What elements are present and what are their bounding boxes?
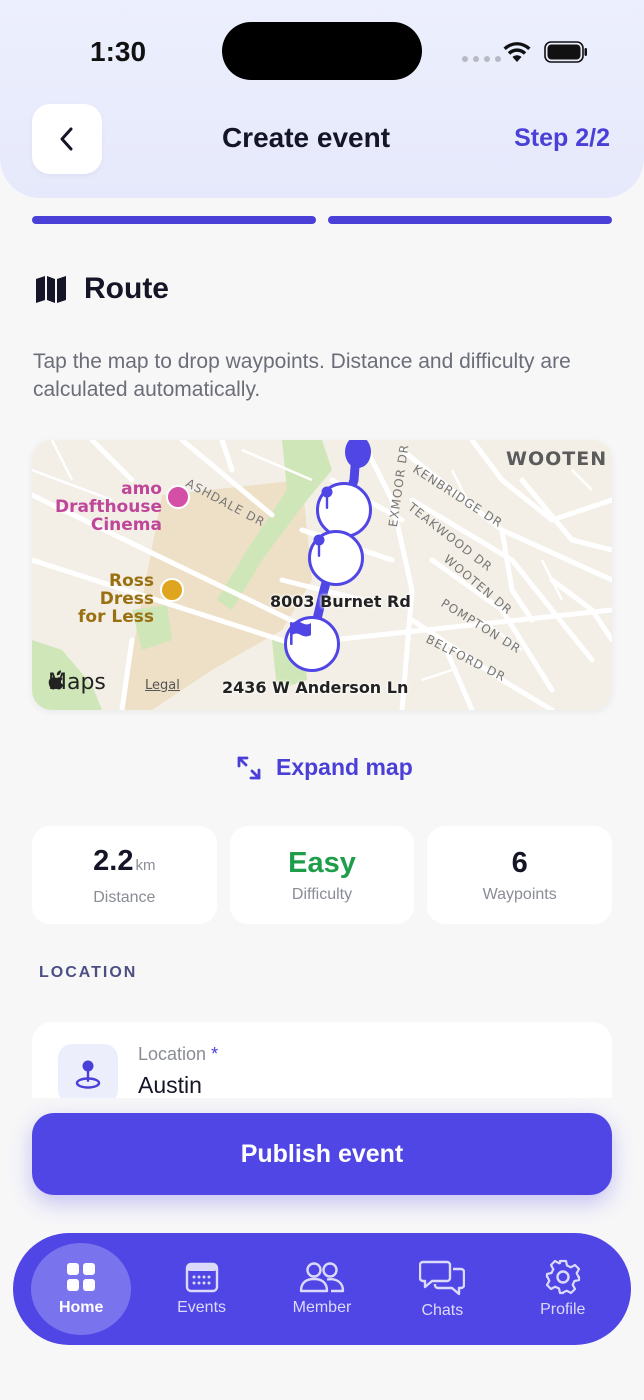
nav-label-home: Home — [58, 1299, 104, 1316]
cinema-label-line-2: Cinema — [90, 515, 162, 535]
waypoint-marker[interactable] — [316, 482, 372, 538]
expand-map-button[interactable]: Expand map — [236, 754, 413, 781]
waypoint-marker[interactable] — [308, 530, 364, 586]
progress-segment-1 — [32, 216, 316, 224]
stat-distance-unit: km — [135, 856, 156, 874]
battery-icon — [544, 41, 587, 63]
nav-label-profile: Profile — [540, 1301, 586, 1318]
map-address-anderson: 2436 W Anderson Ln — [222, 678, 409, 697]
location-label-text: Location — [138, 1044, 207, 1064]
location-pin-icon — [75, 1060, 101, 1089]
location-field-label: Location * — [138, 1044, 218, 1065]
step-indicator: Step 2/2 — [514, 124, 610, 152]
map-label-cinema: amo Drafthouse Cinema — [32, 480, 162, 534]
map-address-burnet: 8003 Burnet Rd — [270, 592, 411, 611]
cinema-label-line-1: amo Drafthouse — [54, 479, 162, 517]
apple-icon — [48, 670, 64, 690]
location-section-label: LOCATION — [39, 964, 138, 981]
route-stats: 2.2 km Distance Easy Difficulty 6 Waypoin… — [32, 826, 613, 924]
location-icon-box — [58, 1044, 118, 1098]
calendar-icon — [185, 1262, 218, 1293]
stat-waypoints-label: Waypoints — [482, 886, 557, 903]
users-icon — [299, 1262, 345, 1293]
route-map[interactable]: WOOTEN amo Drafthouse Cinema Ross Dress … — [32, 440, 612, 710]
pin-icon — [321, 486, 333, 509]
nav-label-member: Member — [292, 1299, 352, 1316]
map-label-wooten: WOOTEN — [506, 448, 608, 470]
stat-distance-value-row: 2.2 km — [93, 844, 155, 883]
publish-event-button[interactable]: Publish event — [32, 1113, 612, 1195]
header: 1:30 Create event Step 2/2 — [0, 0, 644, 198]
finish-marker[interactable] — [284, 616, 340, 672]
wifi-icon — [503, 42, 531, 62]
dynamic-island — [222, 22, 422, 80]
stat-difficulty-value: Easy — [288, 847, 356, 879]
stat-difficulty: Easy Difficulty — [229, 826, 415, 924]
route-title: Route — [84, 272, 169, 305]
bottom-nav: Home Events Member Chats Profile — [13, 1233, 631, 1345]
shopping-icon — [160, 578, 184, 602]
location-field[interactable]: Location * Austin — [32, 1022, 612, 1098]
route-heading: Route — [34, 272, 169, 306]
gear-icon — [545, 1259, 580, 1295]
required-mark: * — [211, 1044, 219, 1064]
apple-maps-logo: Maps — [48, 670, 106, 695]
pin-icon — [313, 534, 325, 557]
ross-label-line-2: for Less — [78, 607, 154, 627]
ross-label-line-1: Ross Dress — [99, 571, 154, 609]
map-label-ross: Ross Dress for Less — [54, 572, 154, 626]
map-icon — [36, 276, 66, 303]
stat-distance-value: 2.2 — [93, 844, 134, 877]
nav-item-home[interactable]: Home — [31, 1243, 132, 1335]
legal-link[interactable]: Legal — [145, 678, 180, 693]
stat-difficulty-label: Difficulty — [291, 886, 353, 903]
expand-map-label: Expand map — [276, 754, 413, 780]
step-progress-bar — [32, 216, 612, 224]
grid-icon — [67, 1263, 96, 1291]
chat-icon — [419, 1260, 466, 1296]
nav-label-events: Events — [177, 1299, 227, 1316]
status-time: 1:30 — [90, 36, 147, 67]
flag-icon — [290, 621, 311, 645]
nav-item-chats[interactable]: Chats — [392, 1243, 492, 1335]
cellular-signal-icon — [462, 56, 501, 62]
stat-distance-label: Distance — [93, 888, 156, 906]
nav-item-member[interactable]: Member — [272, 1243, 372, 1335]
route-description: Tap the map to drop waypoints. Distance … — [33, 350, 571, 401]
expand-icon — [237, 756, 261, 779]
stat-waypoints: 6 Waypoints — [427, 826, 613, 924]
stat-waypoints-value: 6 — [511, 847, 528, 879]
nav-item-profile[interactable]: Profile — [513, 1243, 613, 1335]
nav-item-events[interactable]: Events — [152, 1243, 252, 1335]
stat-distance: 2.2 km Distance — [32, 826, 217, 924]
progress-segment-2 — [328, 216, 612, 224]
nav-label-chats: Chats — [421, 1302, 464, 1319]
location-value[interactable]: Austin — [138, 1072, 202, 1098]
